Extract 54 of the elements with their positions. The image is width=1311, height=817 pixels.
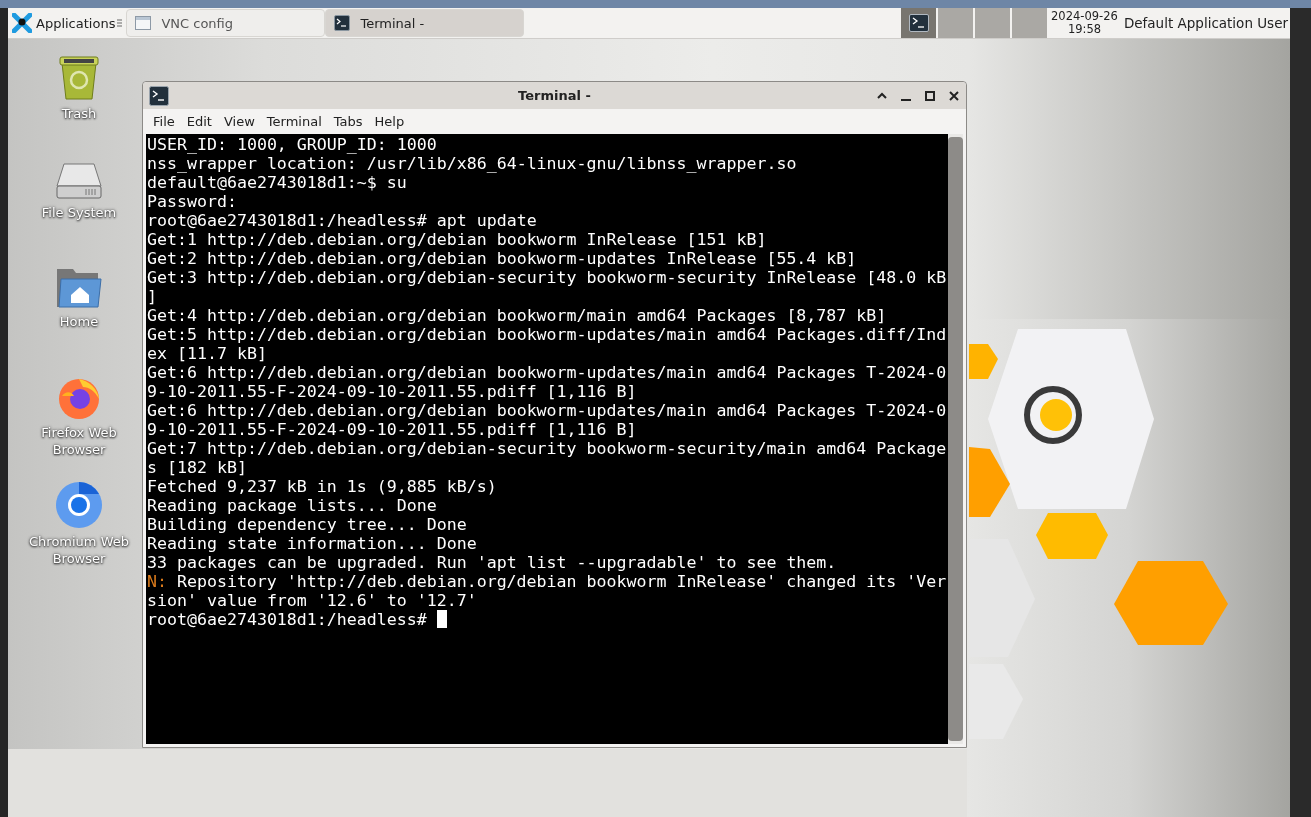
terminal-line: ]	[147, 287, 157, 306]
terminal-line: Building dependency tree... Done	[147, 515, 467, 534]
terminal-line: 33 packages can be upgraded. Run 'apt list --upgradable' to see them.	[147, 553, 837, 572]
terminal-icon	[908, 14, 929, 32]
terminal-line: Get:5 http://deb.debian.org/debian bookworm-updates/main amd64 Packages.diff/Ind	[147, 325, 947, 344]
terminal-line: Reading package lists... Done	[147, 496, 437, 515]
window-icon	[135, 15, 152, 31]
terminal-line: Get:3 http://deb.debian.org/debian-security bookworm-security InRelease [48.0 kB	[147, 268, 947, 287]
x-logo-icon	[12, 13, 32, 33]
terminal-line: root@6ae2743018d1:/headless# apt update	[147, 211, 537, 230]
trash-icon	[56, 53, 102, 101]
clock-time: 19:58	[1067, 23, 1102, 36]
maximize-icon[interactable]	[924, 89, 936, 102]
menu-item[interactable]: File	[147, 114, 181, 129]
drive-icon	[56, 160, 102, 200]
terminal-line: s [182 kB]	[147, 458, 247, 477]
terminal-icon	[334, 15, 351, 31]
terminal-line: Get:6 http://deb.debian.org/debian bookworm-updates/main amd64 Packages T-2024-0	[147, 401, 947, 420]
close-icon[interactable]	[948, 89, 960, 102]
menu-item[interactable]: Tabs	[327, 114, 369, 129]
terminal-line: root@6ae2743018d1:/headless#	[147, 610, 427, 629]
terminal-line: Get:7 http://deb.debian.org/debian-security bookworm-security/main amd64 Package	[147, 439, 947, 458]
menu-item[interactable]: Terminal	[260, 114, 328, 129]
terminal-line: ex [11.7 kB]	[147, 344, 267, 363]
menu-item[interactable]: Edit	[180, 114, 218, 129]
terminal-line: 9-10-2011.55-F-2024-09-10-2011.55.pdiff [1,116 B]	[147, 420, 637, 439]
workspace-button[interactable]	[901, 8, 937, 38]
taskbar-button[interactable]: Terminal -	[325, 9, 525, 37]
home-folder-icon	[56, 267, 102, 309]
handle-icon[interactable]	[117, 18, 123, 28]
terminal-line: Get:2 http://deb.debian.org/debian bookworm-updates InRelease [55.4 kB]	[147, 249, 857, 268]
clock[interactable]: 2024-09-26 19:58	[1047, 10, 1122, 36]
window-title: Terminal -	[518, 88, 591, 103]
terminal-line: Reading state information... Done	[147, 534, 477, 553]
browser-icon	[55, 481, 103, 529]
notice-label: N:	[147, 572, 167, 591]
terminal-line: Get:6 http://deb.debian.org/debian bookworm-updates/main amd64 Packages T-2024-0	[147, 363, 947, 382]
terminal-line: Get:1 http://deb.debian.org/debian bookworm InRelease [151 kB]	[147, 230, 767, 249]
terminal-line: sion' value from '12.6' to '12.7'	[147, 591, 477, 610]
terminal-line: default@6ae2743018d1:~$ su	[147, 173, 407, 192]
terminal-line: USER_ID: 1000, GROUP_ID: 1000	[147, 135, 437, 154]
menu-item[interactable]: Help	[368, 114, 411, 129]
terminal-line: Fetched 9,237 kB in 1s (9,885 kB/s)	[147, 477, 497, 496]
clock-date: 2024-09-26	[1051, 10, 1118, 23]
terminal-line: 9-10-2011.55-F-2024-09-10-2011.55.pdiff [1,116 B]	[147, 382, 637, 401]
terminal-line: Password:	[147, 192, 237, 211]
terminal-line: nss_wrapper location: /usr/lib/x86_64-linux-gnu/libnss_wrapper.so	[147, 154, 797, 173]
terminal-line: Get:4 http://deb.debian.org/debian bookworm/main amd64 Packages [8,787 kB]	[147, 306, 887, 325]
terminal-line: Repository 'http://deb.debian.org/debian bookworm InRelease' changed its 'Ver	[176, 572, 947, 591]
terminal-icon	[149, 85, 169, 106]
user-menu-button[interactable]: Default Application User	[1121, 15, 1290, 31]
applications-menu-button[interactable]: Applications	[8, 9, 118, 37]
menu-item[interactable]: View	[217, 114, 261, 129]
taskbar-button[interactable]: VNC config	[126, 9, 326, 37]
